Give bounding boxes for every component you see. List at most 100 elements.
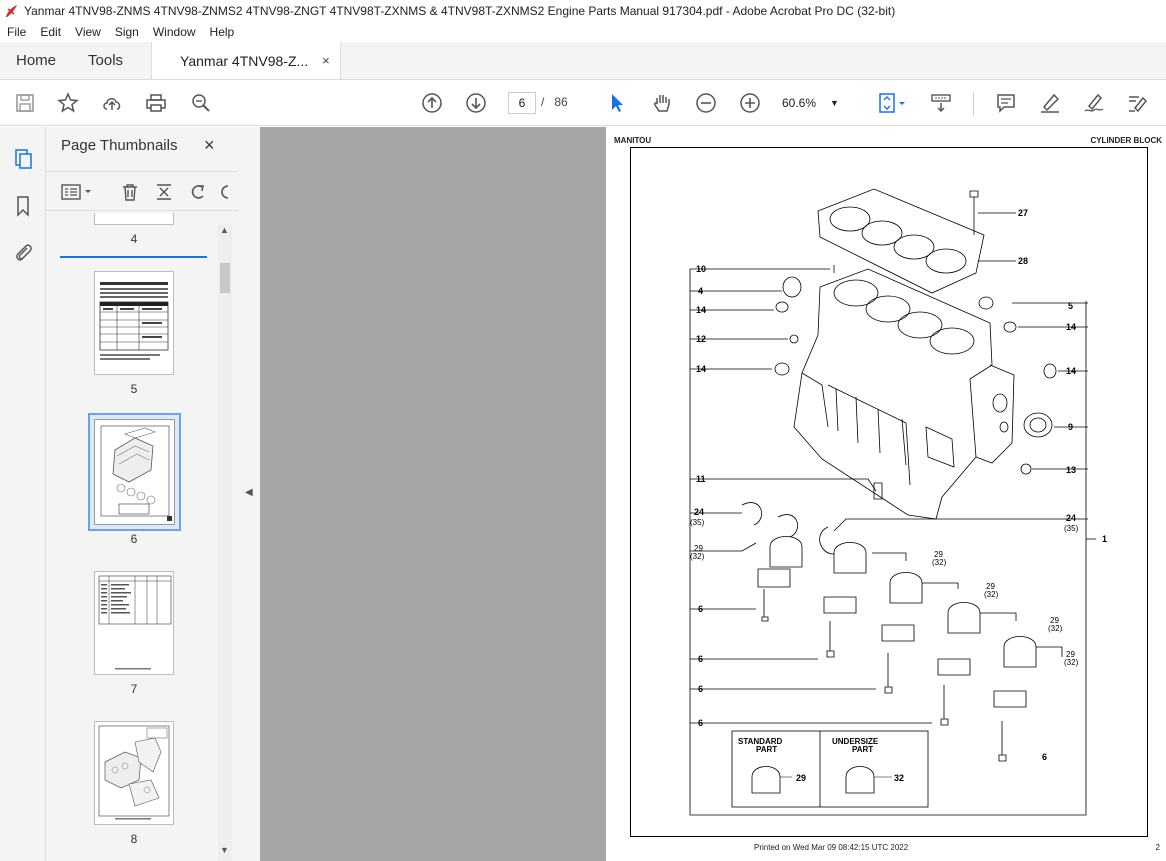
thumbnail-label: 6 bbox=[130, 532, 138, 546]
scroll-mode-icon[interactable] bbox=[928, 90, 954, 116]
callout-32-d: (32) bbox=[1048, 624, 1063, 633]
thumbnail-page-5[interactable] bbox=[94, 271, 174, 375]
legend-standard-number: 29 bbox=[796, 773, 806, 783]
menu-file[interactable]: File bbox=[0, 25, 33, 39]
tab-document[interactable]: Yanmar 4TNV98-Z... × bbox=[151, 42, 341, 79]
title-bar: Yanmar 4TNV98-ZNMS 4TNV98-ZNMS2 4TNV98-Z… bbox=[0, 0, 1166, 22]
thumbnail-label: 7 bbox=[130, 682, 138, 696]
upload-cloud-icon[interactable] bbox=[99, 90, 125, 116]
scroll-down-icon[interactable]: ▼ bbox=[220, 845, 229, 855]
tab-home[interactable]: Home bbox=[0, 42, 72, 79]
more-tools-icon[interactable] bbox=[220, 181, 230, 203]
acrobat-logo-icon bbox=[4, 4, 18, 18]
chevron-down-icon: ▼ bbox=[830, 98, 839, 108]
previous-page-icon[interactable] bbox=[419, 90, 445, 116]
callout-6-d: 6 bbox=[698, 718, 703, 728]
highlight-pen-icon[interactable] bbox=[1037, 90, 1063, 116]
callout-1: 1 bbox=[1102, 534, 1107, 544]
thumbnail-label: 5 bbox=[130, 382, 138, 396]
thumbnail-page-8[interactable] bbox=[94, 721, 174, 825]
close-panel-icon[interactable]: × bbox=[204, 135, 215, 156]
page-separator: / bbox=[541, 95, 545, 109]
fit-page-icon[interactable] bbox=[872, 90, 912, 116]
select-cursor-icon[interactable] bbox=[604, 90, 630, 116]
menu-bar: File Edit View Sign Window Help bbox=[0, 22, 1166, 42]
print-icon[interactable] bbox=[143, 90, 169, 116]
bookmark-icon[interactable] bbox=[11, 194, 35, 218]
rotate-page-icon[interactable] bbox=[188, 181, 208, 203]
next-page-icon[interactable] bbox=[463, 90, 489, 116]
delete-page-icon[interactable] bbox=[120, 181, 140, 203]
document-page[interactable]: MANITOU CYLINDER BLOCK 27 28 10 4 14 12 … bbox=[606, 127, 1166, 861]
zoom-level-dropdown[interactable]: 60.6% ▼ bbox=[782, 92, 854, 114]
page-number-input[interactable]: 6 bbox=[508, 92, 536, 114]
callout-27: 27 bbox=[1018, 208, 1028, 218]
page-thumbnails-icon[interactable] bbox=[11, 147, 35, 171]
callout-14-a: 14 bbox=[696, 305, 706, 315]
fill-sign-icon[interactable] bbox=[1124, 90, 1150, 116]
zoom-out-icon[interactable] bbox=[693, 90, 719, 116]
legend-undersize-line2: PART bbox=[852, 745, 873, 754]
scrollbar-thumb[interactable] bbox=[220, 263, 230, 293]
total-pages: / 86 bbox=[541, 95, 568, 109]
document-page-number: 2 bbox=[1155, 843, 1160, 852]
drop-indicator bbox=[60, 256, 207, 258]
callout-32-c: (32) bbox=[984, 590, 999, 599]
draw-freehand-icon[interactable] bbox=[1081, 90, 1107, 116]
hand-tool-icon[interactable] bbox=[649, 90, 675, 116]
collapse-panel-icon[interactable]: ◀ bbox=[245, 487, 253, 498]
menu-window[interactable]: Window bbox=[146, 25, 203, 39]
callout-6-e: 6 bbox=[1042, 752, 1047, 762]
callout-35-b: (35) bbox=[1064, 524, 1079, 533]
callout-14-d: 14 bbox=[1066, 366, 1076, 376]
callout-6-a: 6 bbox=[698, 604, 703, 614]
callout-13: 13 bbox=[1066, 465, 1076, 475]
tab-bar: Home Tools Yanmar 4TNV98-Z... × bbox=[0, 42, 1166, 80]
window-title: Yanmar 4TNV98-ZNMS 4TNV98-ZNMS2 4TNV98-Z… bbox=[24, 4, 896, 18]
toolbar: 6 / 86 60.6% ▼ bbox=[0, 80, 1166, 126]
callout-6-b: 6 bbox=[698, 654, 703, 664]
menu-view[interactable]: View bbox=[68, 25, 108, 39]
thumbnail-page-6-selected[interactable] bbox=[88, 413, 181, 531]
panel-title: Page Thumbnails bbox=[61, 137, 178, 154]
thumbnail-scrollbar[interactable]: ▲ ▼ bbox=[218, 225, 232, 861]
zoom-in-icon[interactable] bbox=[737, 90, 763, 116]
extract-page-icon[interactable] bbox=[154, 181, 174, 203]
bookmark-star-icon[interactable] bbox=[55, 90, 81, 116]
legend-undersize-number: 32 bbox=[894, 773, 904, 783]
close-tab-icon[interactable]: × bbox=[322, 53, 330, 68]
callout-32-a: (32) bbox=[690, 552, 705, 561]
attachment-paperclip-icon[interactable] bbox=[11, 240, 35, 264]
callout-6-c: 6 bbox=[698, 684, 703, 694]
tab-tools[interactable]: Tools bbox=[72, 42, 139, 79]
exploded-parts-drawing: 27 28 10 4 14 12 14 5 14 14 9 13 11 24 (… bbox=[689, 188, 1107, 816]
left-rail bbox=[0, 127, 46, 861]
thumbnail-page-4[interactable] bbox=[94, 213, 174, 225]
menu-help[interactable]: Help bbox=[203, 25, 242, 39]
callout-32-b: (32) bbox=[932, 558, 947, 567]
save-icon[interactable] bbox=[12, 90, 38, 116]
callout-28: 28 bbox=[1018, 256, 1028, 266]
thumbnail-options-icon[interactable] bbox=[60, 181, 96, 203]
callout-9: 9 bbox=[1068, 422, 1073, 432]
callout-24-a: 24 bbox=[694, 507, 704, 517]
callout-12: 12 bbox=[696, 334, 706, 344]
document-footer: Printed on Wed Mar 09 08:42:15 UTC 2022 bbox=[754, 843, 909, 852]
total-pages-value: 86 bbox=[554, 95, 568, 109]
callout-10: 10 bbox=[696, 264, 706, 274]
document-viewer-background bbox=[260, 127, 606, 861]
zoom-search-icon[interactable] bbox=[188, 90, 214, 116]
scroll-up-icon[interactable]: ▲ bbox=[220, 225, 229, 235]
legend-standard-line2: PART bbox=[756, 745, 777, 754]
callout-35-a: (35) bbox=[690, 518, 705, 527]
comment-icon[interactable] bbox=[993, 90, 1019, 116]
menu-sign[interactable]: Sign bbox=[108, 25, 146, 39]
callout-32-e: (32) bbox=[1064, 658, 1079, 667]
tab-document-label: Yanmar 4TNV98-Z... bbox=[180, 52, 309, 69]
callout-5: 5 bbox=[1068, 301, 1073, 311]
menu-edit[interactable]: Edit bbox=[33, 25, 68, 39]
thumbnail-page-7[interactable] bbox=[94, 571, 174, 675]
thumbnail-label: 8 bbox=[130, 832, 138, 846]
panel-toolbar bbox=[46, 171, 238, 211]
thumbnail-label: 4 bbox=[130, 232, 138, 246]
